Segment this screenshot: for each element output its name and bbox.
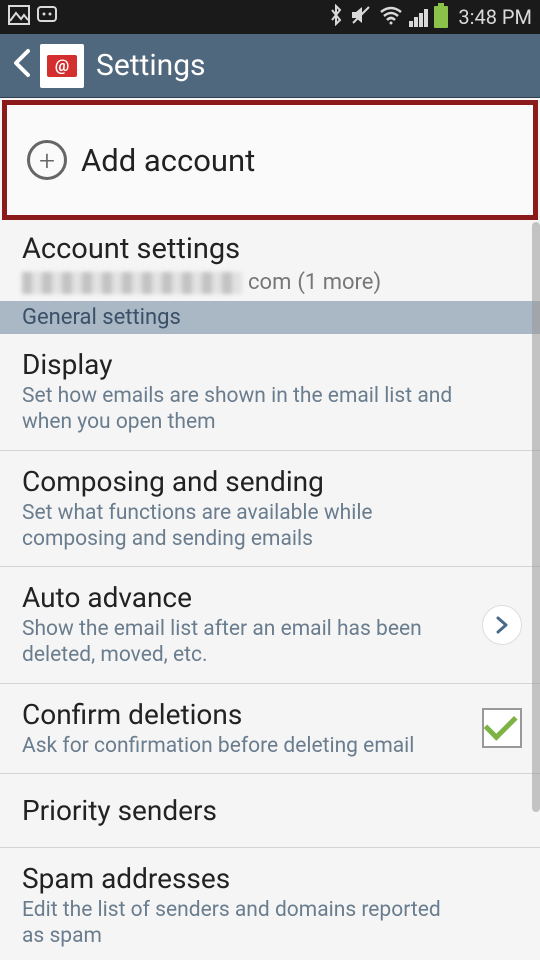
setting-title: Priority senders <box>22 794 518 827</box>
notification-icon <box>36 5 58 30</box>
add-account-row[interactable]: + Add account <box>7 105 533 215</box>
account-email-line: com (1 more) <box>22 270 518 295</box>
image-icon <box>8 5 30 30</box>
account-settings-row[interactable]: Account settings com (1 more) <box>0 222 540 301</box>
setting-title: Confirm deletions <box>22 698 518 731</box>
checkbox[interactable] <box>482 708 522 748</box>
setting-subtitle: Edit the list of senders and domains rep… <box>22 897 518 950</box>
setting-auto-advance[interactable]: Auto advance Show the email list after a… <box>0 567 540 684</box>
setting-subtitle: Ask for confirmation before deleting ema… <box>22 733 518 759</box>
setting-subtitle: Set what functions are available while c… <box>22 500 518 553</box>
battery-icon <box>434 6 448 28</box>
setting-confirm-deletions[interactable]: Confirm deletions Ask for confirmation b… <box>0 684 540 774</box>
setting-title: Display <box>22 348 518 381</box>
account-domain-suffix: com <box>248 270 291 295</box>
back-button[interactable] <box>8 47 36 85</box>
setting-priority-senders[interactable]: Priority senders <box>0 774 540 848</box>
setting-display[interactable]: Display Set how emails are shown in the … <box>0 334 540 451</box>
app-header: @ Settings <box>0 34 540 98</box>
account-settings-title: Account settings <box>22 232 518 266</box>
account-email-redacted <box>22 272 242 294</box>
status-right: 3:48 PM <box>329 4 532 31</box>
status-bar: 3:48 PM <box>0 0 540 34</box>
setting-composing[interactable]: Composing and sending Set what functions… <box>0 451 540 568</box>
content-area: + Add account Account settings com (1 mo… <box>0 98 540 960</box>
checkmark-icon <box>484 707 518 741</box>
setting-subtitle: Set how emails are shown in the email li… <box>22 383 518 436</box>
setting-subtitle: Show the email list after an email has b… <box>22 616 518 669</box>
status-left <box>8 5 58 30</box>
account-more-count: (1 more) <box>297 270 381 295</box>
plus-icon: + <box>27 140 67 180</box>
general-settings-header: General settings <box>0 301 540 334</box>
clock-text: 3:48 PM <box>458 5 532 29</box>
setting-title: Spam addresses <box>22 862 518 895</box>
chevron-right-icon <box>482 605 522 645</box>
add-account-highlight: + Add account <box>2 100 538 220</box>
wifi-icon <box>379 6 403 31</box>
add-account-label: Add account <box>81 142 255 179</box>
setting-spam-addresses[interactable]: Spam addresses Edit the list of senders … <box>0 848 540 960</box>
signal-icon <box>409 7 428 27</box>
setting-title: Composing and sending <box>22 465 518 498</box>
header-title: Settings <box>96 48 206 83</box>
setting-title: Auto advance <box>22 581 518 614</box>
app-logo: @ <box>40 44 84 88</box>
bluetooth-icon <box>329 4 343 31</box>
scroll-indicator[interactable] <box>532 222 540 812</box>
app-logo-glyph: @ <box>47 55 77 77</box>
mute-icon <box>349 4 373 31</box>
